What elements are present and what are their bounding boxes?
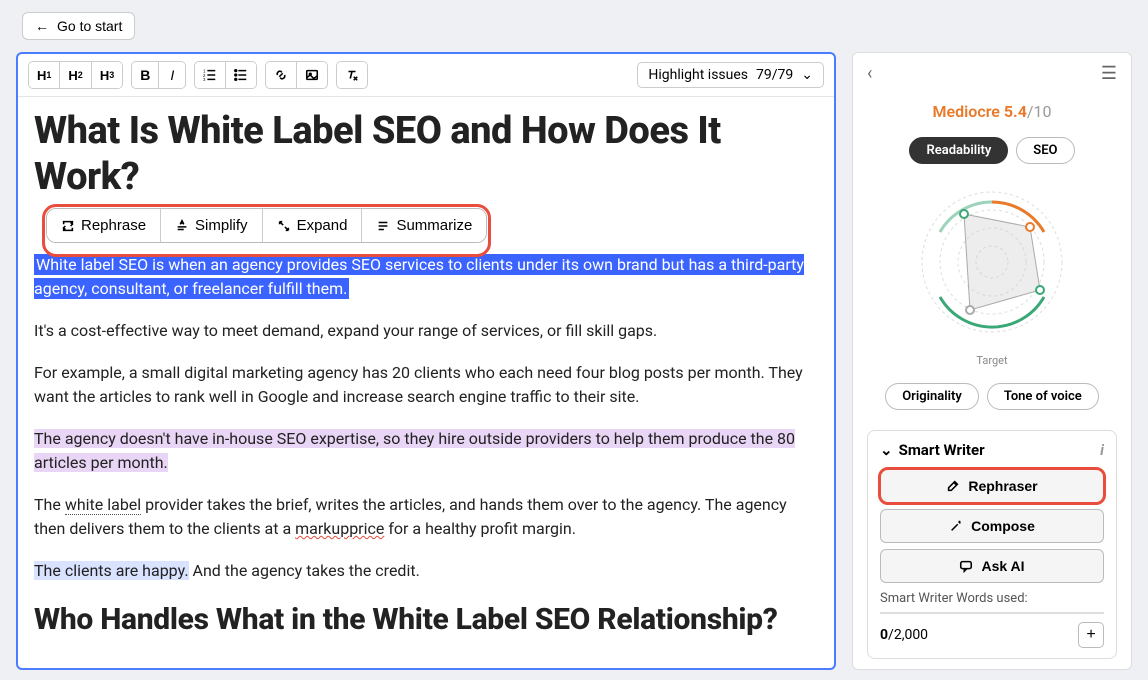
metric-tabs-top: Readability SEO [867, 137, 1117, 164]
clear-format-button[interactable] [337, 62, 367, 88]
expand-icon [277, 219, 291, 233]
spelling-error[interactable]: markupprice [295, 519, 384, 538]
selection-toolbar: Rephrase Simplify Expand Summarize [46, 208, 487, 243]
highlight-issues-label: Highlight issues [648, 67, 748, 83]
bold-button[interactable]: B [132, 62, 159, 88]
add-words-button[interactable]: + [1078, 622, 1104, 648]
smart-writer-panel: ⌄ Smart Writer i Rephraser Compose Ask A… [867, 430, 1117, 659]
svg-text:3: 3 [203, 77, 206, 82]
readability-highlight: The agency doesn't have in-house SEO exp… [34, 429, 795, 472]
radar-chart [912, 182, 1072, 342]
sidebar-panel: ‹ ☰ Mediocre 5.4/10 Readability SEO [852, 52, 1132, 670]
heading1-button[interactable]: H1 [29, 62, 60, 88]
simplify-button[interactable]: Simplify [161, 209, 263, 242]
tone-tab[interactable]: Tone of voice [987, 383, 1099, 410]
words-used-label: Smart Writer Words used: [880, 591, 1104, 606]
chevron-down-icon: ⌄ [801, 67, 813, 83]
highlight-issues-dropdown[interactable]: Highlight issues 79/79 ⌄ [637, 62, 824, 88]
rephrase-icon [61, 219, 75, 233]
simplify-icon [175, 219, 189, 233]
smart-writer-header[interactable]: ⌄ Smart Writer i [880, 441, 1104, 459]
simplify-label: Simplify [195, 217, 248, 234]
score-label: Mediocre [933, 102, 1000, 121]
compose-label: Compose [971, 518, 1035, 534]
rephraser-label: Rephraser [968, 478, 1037, 494]
document-subheading: Who Handles What in the White Label SEO … [34, 601, 818, 639]
words-count: 0/2,000 [880, 627, 928, 643]
paragraph-3: For example, a small digital marketing a… [34, 361, 818, 409]
rephraser-button[interactable]: Rephraser [880, 469, 1104, 503]
info-icon[interactable]: i [1100, 441, 1104, 459]
heading-group: H1 H2 H3 [28, 61, 123, 89]
expand-button[interactable]: Expand [263, 209, 363, 242]
link-text[interactable]: white label [65, 495, 141, 515]
paragraph-2: It's a cost-effective way to meet demand… [34, 319, 818, 343]
metric-tabs-bottom: Originality Tone of voice [867, 383, 1117, 410]
magic-icon [949, 519, 963, 533]
readability-tab[interactable]: Readability [909, 137, 1008, 164]
score-max: /10 [1027, 102, 1052, 121]
words-progress-bar [880, 612, 1104, 614]
highlight-issues-count: 79/79 [756, 67, 793, 83]
main-layout: H1 H2 H3 B I 123 [0, 52, 1148, 670]
smart-writer-title: Smart Writer [899, 441, 985, 459]
selected-text: White label SEO is when an agency provid… [34, 254, 804, 299]
sidebar-header: ‹ ☰ [867, 63, 1117, 84]
compose-button[interactable]: Compose [880, 509, 1104, 543]
expand-label: Expand [297, 217, 348, 234]
editor-toolbar: H1 H2 H3 B I 123 [18, 54, 834, 97]
go-to-start-label: Go to start [57, 18, 122, 34]
chat-icon [959, 559, 973, 573]
image-button[interactable] [297, 62, 327, 88]
paragraph-4: The agency doesn't have in-house SEO exp… [34, 427, 818, 475]
edit-icon [946, 479, 960, 493]
go-to-start-button[interactable]: ← Go to start [22, 12, 135, 40]
ask-ai-label: Ask AI [981, 558, 1024, 574]
heading2-button[interactable]: H2 [60, 62, 91, 88]
ordered-list-button[interactable]: 123 [195, 62, 226, 88]
menu-button[interactable]: ☰ [1101, 63, 1117, 84]
document-title: What Is White Label SEO and How Does It … [34, 109, 818, 200]
summarize-button[interactable]: Summarize [362, 209, 486, 242]
rephrase-label: Rephrase [81, 217, 146, 234]
paragraph-6: The clients are happy. And the agency ta… [34, 559, 818, 583]
italic-button[interactable]: I [159, 62, 185, 88]
heading3-button[interactable]: H3 [92, 62, 122, 88]
unordered-list-button[interactable] [226, 62, 256, 88]
summarize-icon [376, 219, 390, 233]
summarize-label: Summarize [396, 217, 472, 234]
editor-content[interactable]: What Is White Label SEO and How Does It … [18, 97, 834, 668]
back-button[interactable]: ‹ [867, 63, 872, 84]
tone-highlight: The clients are happy. [34, 561, 189, 580]
rephrase-button[interactable]: Rephrase [47, 209, 161, 242]
chevron-down-icon: ⌄ [880, 441, 893, 459]
score-display: Mediocre 5.4/10 [867, 102, 1117, 121]
arrow-left-icon: ← [35, 18, 49, 34]
clear-format-group [336, 61, 368, 89]
radar-target-label: Target [867, 354, 1117, 367]
seo-tab[interactable]: SEO [1016, 137, 1074, 164]
score-value: 5.4 [1004, 102, 1027, 121]
paragraph-1: White label SEO is when an agency provid… [34, 253, 818, 301]
editor-panel: H1 H2 H3 B I 123 [16, 52, 836, 670]
insert-group [265, 61, 328, 89]
ask-ai-button[interactable]: Ask AI [880, 549, 1104, 583]
link-button[interactable] [266, 62, 297, 88]
list-group: 123 [194, 61, 257, 89]
originality-tab[interactable]: Originality [885, 383, 979, 410]
words-count-row: 0/2,000 + [880, 622, 1104, 648]
text-style-group: B I [131, 61, 186, 89]
paragraph-5: The white label provider takes the brief… [34, 493, 818, 541]
